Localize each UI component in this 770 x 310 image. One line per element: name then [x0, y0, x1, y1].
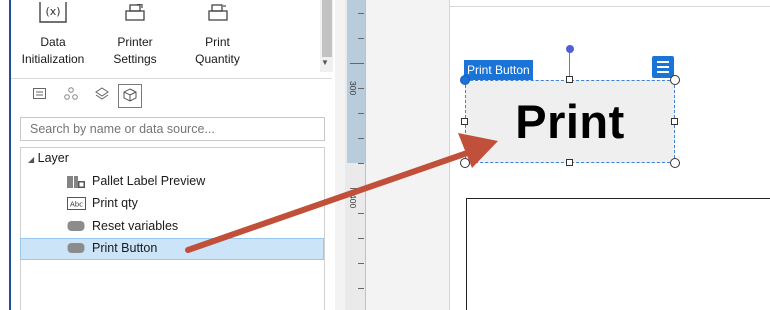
hamburger-icon	[657, 71, 669, 73]
ruler-tick	[358, 88, 364, 89]
object-menu-button[interactable]	[652, 56, 674, 78]
ruler-tick	[358, 163, 364, 164]
button-icon	[67, 220, 85, 235]
scroll-down-icon[interactable]: ▼	[321, 58, 329, 67]
print-button-text: Print	[515, 95, 625, 148]
hamburger-icon	[657, 66, 669, 68]
printer-settings-label-1: Printer	[117, 35, 153, 49]
ruler-tick	[358, 213, 364, 214]
print-quantity-icon	[207, 4, 229, 27]
tree-item-print-qty[interactable]: Abc Print qty	[20, 193, 324, 215]
ruler-tick	[358, 238, 364, 239]
canvas-margin	[366, 0, 450, 310]
svg-text:Abc: Abc	[70, 201, 83, 209]
ruler-label: 400	[348, 194, 358, 209]
resize-handle-right[interactable]	[671, 118, 678, 125]
search-input[interactable]	[20, 117, 325, 141]
hamburger-icon	[657, 61, 669, 63]
ruler-tick	[358, 13, 364, 14]
layers-icon	[95, 86, 109, 104]
tab-layers[interactable]	[91, 84, 113, 106]
barcode-icon	[67, 175, 85, 192]
tab-list[interactable]	[28, 84, 50, 106]
selection-name-tag: Print Button	[464, 60, 533, 80]
ruler-tick	[358, 113, 364, 114]
tree-item-reset-variables[interactable]: Reset variables	[20, 216, 324, 238]
toolbar-scrollbar-thumb[interactable]	[322, 0, 332, 57]
variable-icon: (x)	[37, 2, 69, 27]
printer-settings-icon	[124, 3, 146, 27]
resize-handle-left[interactable]	[461, 118, 468, 125]
tree-root[interactable]: ◢ Layer	[28, 151, 69, 165]
ruler-tick	[350, 188, 364, 189]
button-icon	[67, 242, 85, 257]
tab-data-sources[interactable]	[60, 84, 82, 106]
print-button-object[interactable]: Print	[465, 80, 675, 163]
resize-handle-bottom[interactable]	[566, 159, 573, 166]
svg-text:(x): (x)	[45, 5, 60, 18]
tree-item-label: Print qty	[92, 196, 138, 210]
printer-settings-button[interactable]: Printer Settings	[100, 0, 170, 72]
print-quantity-label-1: Print	[205, 35, 230, 49]
canvas-top-border	[450, 6, 770, 7]
splitter[interactable]	[335, 0, 345, 310]
tree-item-label: Reset variables	[92, 219, 179, 233]
tree-item-label: Print Button	[92, 241, 158, 255]
data-initialization-label-2: Initialization	[21, 52, 85, 66]
resize-handle-top[interactable]	[566, 76, 573, 83]
ruler-tick	[358, 38, 364, 39]
ruler-tick	[358, 288, 364, 289]
ruler-tick	[358, 138, 364, 139]
label-outline[interactable]	[466, 198, 770, 310]
corner-handle-top-left[interactable]	[460, 75, 470, 85]
collapse-icon[interactable]: ◢	[28, 155, 34, 164]
ruler-tick	[350, 63, 364, 64]
printer-settings-label-2: Settings	[113, 52, 157, 66]
rotation-line	[569, 52, 570, 77]
print-quantity-button[interactable]: Print Quantity	[180, 0, 255, 72]
textbox-icon: Abc	[67, 197, 86, 213]
ruler-tick	[358, 263, 364, 264]
data-initialization-button[interactable]: (x) Data Initialization	[11, 0, 95, 72]
corner-handle-top-right[interactable]	[670, 75, 680, 85]
print-quantity-label-2: Quantity	[195, 52, 240, 66]
list-icon	[32, 88, 46, 102]
tree-item-print-button[interactable]: Print Button	[20, 238, 324, 260]
corner-handle-bottom-left[interactable]	[460, 158, 470, 168]
toolbar-divider	[11, 78, 332, 79]
tab-objects[interactable]	[118, 84, 142, 108]
tree-item-label: Pallet Label Preview	[92, 174, 206, 188]
tree-root-label: Layer	[37, 151, 69, 165]
datasource-icon	[64, 87, 78, 103]
rotation-handle[interactable]	[566, 45, 574, 53]
ruler-label: 300	[348, 81, 358, 96]
corner-handle-bottom-right[interactable]	[670, 158, 680, 168]
tree-item-pallet-label-preview[interactable]: Pallet Label Preview	[20, 171, 324, 193]
data-initialization-label-1: Data	[40, 35, 66, 49]
box-icon	[123, 87, 137, 105]
